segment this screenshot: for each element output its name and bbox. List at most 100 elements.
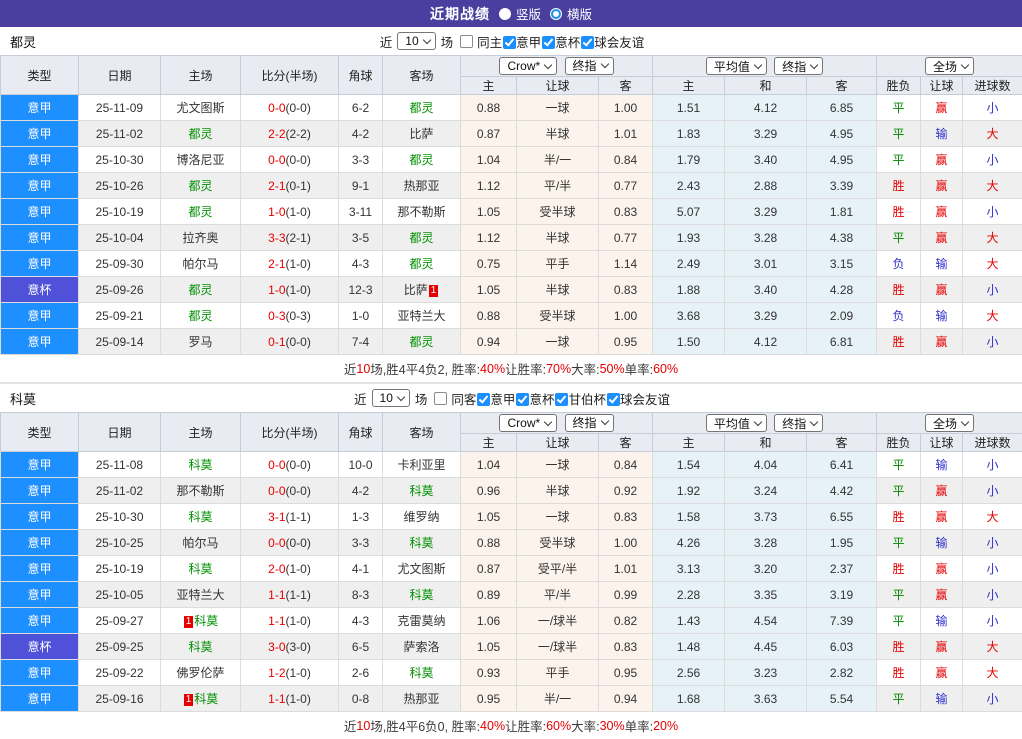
- asia-away-odds: 0.92: [599, 478, 653, 504]
- home-team-cell: 那不勒斯: [161, 478, 241, 504]
- euro-away-odds: 7.39: [807, 608, 877, 634]
- euro-home-odds: 1.54: [653, 452, 725, 478]
- team-name-text: 科莫: [409, 484, 433, 498]
- score-cell: 1-0(1-0): [241, 277, 339, 303]
- euro-away-odds: 6.85: [807, 95, 877, 121]
- euro-away-odds: 4.95: [807, 147, 877, 173]
- match-row: 意甲25-09-14罗马0-1(0-0)7-4都灵0.94一球0.951.504…: [1, 329, 1022, 355]
- fulltime-score: 1-1: [268, 692, 285, 706]
- same-venue-checkbox[interactable]: [434, 392, 447, 405]
- match-row: 意甲25-11-09尤文图斯0-0(0-0)6-2都灵0.88一球1.001.5…: [1, 95, 1022, 121]
- unit-label: 场: [415, 389, 428, 408]
- team-name: 科莫: [10, 389, 36, 408]
- layout-radio-vertical[interactable]: 竖版: [499, 4, 541, 23]
- euro-draw-odds: 3.23: [725, 660, 807, 686]
- league-label: 意甲: [516, 36, 541, 50]
- asia-home-odds: 0.96: [461, 478, 517, 504]
- final-index-select-2[interactable]: 终指: [774, 414, 823, 432]
- result-handicap: 赢: [921, 329, 963, 355]
- league-checkbox-checked[interactable]: [555, 393, 568, 406]
- league-checkbox-checked[interactable]: [477, 393, 490, 406]
- result-goals: 大: [963, 660, 1022, 686]
- result-goals: 大: [963, 634, 1022, 660]
- section-bar: 科莫 近 10 场 同客 意甲意杯甘伯杯球会友谊: [0, 384, 1022, 412]
- league-filter: 意甲: [477, 393, 516, 407]
- bookmaker-select[interactable]: Crow*: [499, 414, 557, 432]
- result-handicap: 赢: [921, 199, 963, 225]
- layout-radio-horizontal[interactable]: 横版: [550, 4, 592, 23]
- match-row: 意甲25-09-21都灵0-3(0-3)1-0亚特兰大0.88受半球1.003.…: [1, 303, 1022, 329]
- league-checkbox-checked[interactable]: [503, 36, 516, 49]
- team-name-text: 博洛尼亚: [176, 153, 224, 167]
- recent-count-select[interactable]: 10: [372, 389, 410, 407]
- home-team-cell: 都灵: [161, 277, 241, 303]
- asia-away-odds: 1.01: [599, 556, 653, 582]
- corner-cell: 10-0: [339, 452, 383, 478]
- asia-handicap-col: 让球: [517, 434, 599, 452]
- corner-cell: 2-6: [339, 660, 383, 686]
- euro-home-odds: 1.93: [653, 225, 725, 251]
- euro-away-odds: 6.41: [807, 452, 877, 478]
- final-index-select[interactable]: 终指: [565, 57, 614, 75]
- team-name-text: 科莫: [188, 458, 212, 472]
- fulltime-score: 1-0: [268, 283, 285, 297]
- col-header-date: 日期: [79, 56, 161, 95]
- fulltime-score: 0-0: [268, 484, 285, 498]
- scope-select[interactable]: 全场: [925, 414, 974, 432]
- match-row: 意甲25-10-04拉齐奥3-3(2-1)3-5都灵1.12半球0.771.93…: [1, 225, 1022, 251]
- asia-handicap: 一/球半: [517, 634, 599, 660]
- euro-away-odds: 3.19: [807, 582, 877, 608]
- score-cell: 1-1(1-1): [241, 582, 339, 608]
- fulltime-score: 2-1: [268, 179, 285, 193]
- league-checkbox-checked[interactable]: [607, 393, 620, 406]
- result-goals: 小: [963, 147, 1022, 173]
- scope-select[interactable]: 全场: [925, 57, 974, 75]
- asia-handicap: 一/球半: [517, 608, 599, 634]
- col-header-score: 比分(半场): [241, 413, 339, 452]
- match-date: 25-09-16: [79, 686, 161, 712]
- fulltime-score: 0-3: [268, 309, 285, 323]
- corner-cell: 12-3: [339, 277, 383, 303]
- fulltime-score: 0-0: [268, 458, 285, 472]
- league-type-cell: 意甲: [1, 329, 79, 355]
- summary-text: 单率:: [625, 359, 653, 378]
- col-header-date: 日期: [79, 413, 161, 452]
- asia-home-col: 主: [461, 77, 517, 95]
- team-name-text: 热那亚: [403, 692, 439, 706]
- euro-home-odds: 1.58: [653, 504, 725, 530]
- asia-away-odds: 0.84: [599, 147, 653, 173]
- result-outcome: 胜: [877, 634, 921, 660]
- recent-count-select[interactable]: 10: [397, 32, 435, 50]
- asia-away-odds: 0.95: [599, 660, 653, 686]
- average-select[interactable]: 平均值: [706, 57, 767, 75]
- summary-text: 让胜率:: [505, 359, 546, 378]
- score-cell: 2-1(0-1): [241, 173, 339, 199]
- asia-handicap: 受半球: [517, 303, 599, 329]
- euro-home-col: 主: [653, 434, 725, 452]
- fulltime-score: 1-1: [268, 588, 285, 602]
- league-checkbox-checked[interactable]: [516, 393, 529, 406]
- match-date: 25-10-04: [79, 225, 161, 251]
- final-index-select[interactable]: 终指: [565, 414, 614, 432]
- bookmaker-select[interactable]: Crow*: [499, 57, 557, 75]
- final-index-select-2[interactable]: 终指: [774, 57, 823, 75]
- home-team-cell: 都灵: [161, 173, 241, 199]
- header-bar: 近期战绩 竖版 横版: [0, 0, 1022, 27]
- record-summary: 近10场,胜4平6负0, 胜率:40% 让胜率:60% 大率:30% 单率:20…: [0, 712, 1022, 739]
- average-select[interactable]: 平均值: [706, 414, 767, 432]
- euro-draw-odds: 3.73: [725, 504, 807, 530]
- team-name-text: 萨索洛: [403, 640, 439, 654]
- summary-text: 场,胜4平6负0, 胜率:: [370, 716, 480, 735]
- asia-away-odds: 0.82: [599, 608, 653, 634]
- away-team-cell: 都灵: [383, 329, 461, 355]
- result-goals: 大: [963, 303, 1022, 329]
- euro-draw-col: 和: [725, 77, 807, 95]
- league-checkbox-checked[interactable]: [581, 36, 594, 49]
- summary-text: 大率:: [571, 359, 599, 378]
- league-checkbox-checked[interactable]: [542, 36, 555, 49]
- same-venue-checkbox[interactable]: [460, 35, 473, 48]
- team-name-text: 罗马: [188, 335, 212, 349]
- col-header-type: 类型: [1, 413, 79, 452]
- chevron-down-icon: [422, 35, 430, 43]
- asia-handicap: 一球: [517, 504, 599, 530]
